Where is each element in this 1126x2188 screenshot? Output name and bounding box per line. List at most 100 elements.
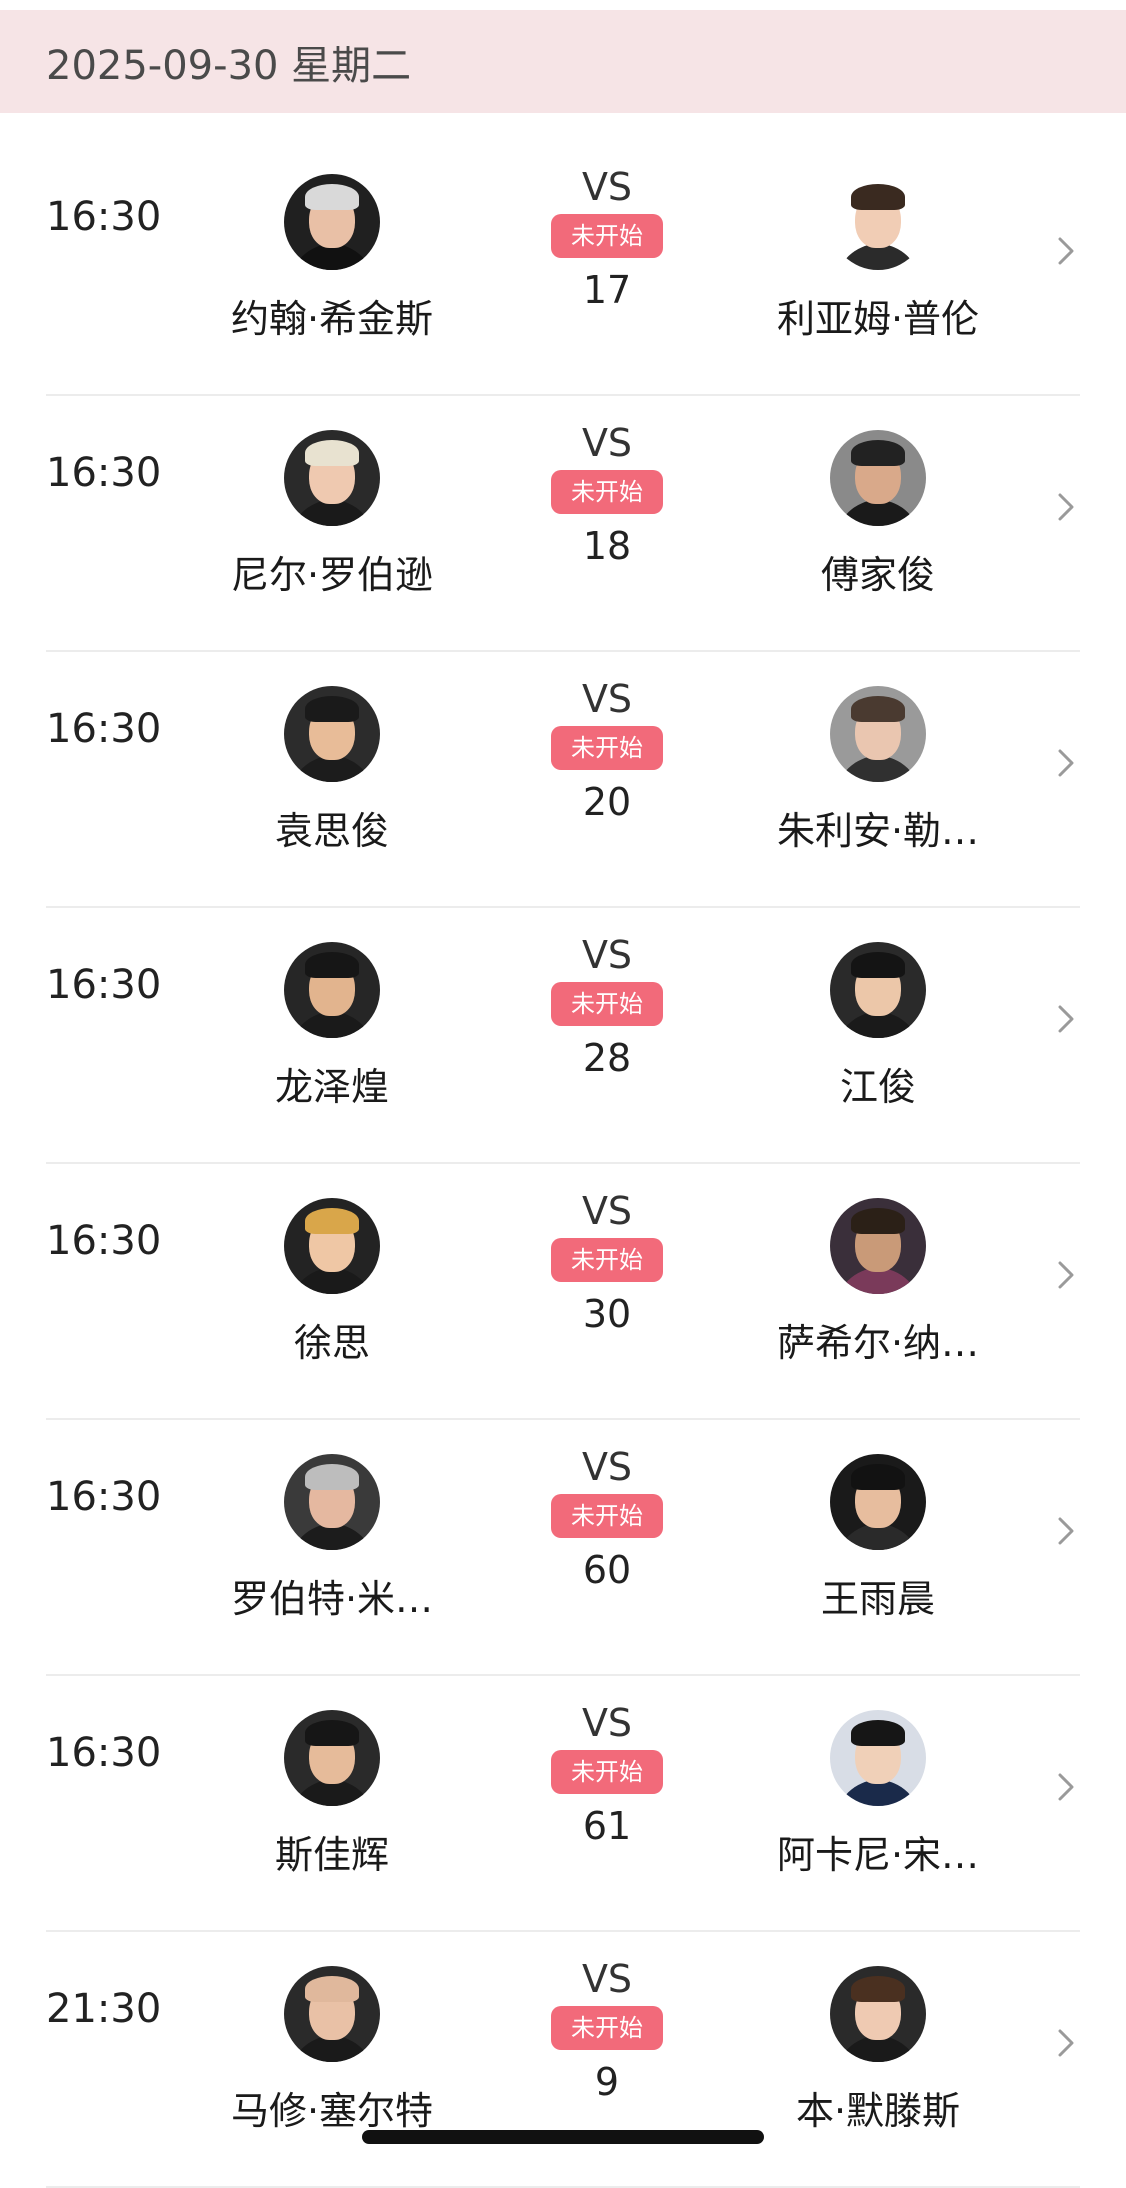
avatar-hair (851, 184, 905, 210)
home-player-avatar (284, 1198, 380, 1294)
away-player-avatar (830, 174, 926, 270)
date-header: 2025-09-30 星期二 (0, 10, 1126, 113)
avatar-hair (851, 1208, 905, 1234)
match-center: VS 未开始 20 (537, 676, 677, 826)
avatar-hair (851, 1464, 905, 1490)
avatar-hair (851, 440, 905, 466)
avatar-hair (305, 952, 359, 978)
match-row[interactable]: 16:30 徐思 VS 未开始 30 萨希尔·纳… (0, 1164, 1126, 1420)
home-player-avatar (284, 686, 380, 782)
home-player-name: 约翰·希金斯 (230, 297, 434, 341)
match-center: VS 未开始 61 (537, 1700, 677, 1850)
vs-label: VS (581, 1957, 633, 2001)
date-label: 2025-09-30 星期二 (46, 42, 412, 89)
match-row[interactable]: 16:30 尼尔·罗伯逊 VS 未开始 18 傅家俊 (0, 396, 1126, 652)
home-player[interactable]: 罗伯特·米… (187, 1454, 477, 1623)
match-center: VS 未开始 28 (537, 932, 677, 1082)
away-player[interactable]: 朱利安·勒… (733, 686, 1023, 855)
match-time: 16:30 (46, 194, 162, 240)
avatar-hair (305, 1208, 359, 1234)
home-indicator[interactable] (362, 2130, 764, 2144)
match-time: 21:30 (46, 1986, 162, 2032)
home-player-name: 袁思俊 (274, 809, 389, 853)
home-player-name: 徐思 (293, 1321, 370, 1365)
home-player-avatar (284, 1966, 380, 2062)
match-center: VS 未开始 30 (537, 1188, 677, 1338)
match-center: VS 未开始 17 (537, 164, 677, 314)
chevron-right-icon[interactable] (1056, 1516, 1076, 1546)
match-time: 16:30 (46, 1218, 162, 1264)
chevron-right-icon[interactable] (1056, 1260, 1076, 1290)
status-badge: 未开始 (551, 982, 663, 1026)
match-row[interactable]: 16:30 罗伯特·米… VS 未开始 60 王雨晨 (0, 1420, 1126, 1676)
status-badge: 未开始 (551, 1238, 663, 1282)
away-player-name: 本·默滕斯 (795, 2089, 961, 2133)
vs-label: VS (581, 421, 633, 465)
away-player[interactable]: 本·默滕斯 (733, 1966, 1023, 2135)
home-player-avatar (284, 430, 380, 526)
status-badge: 未开始 (551, 1750, 663, 1794)
chevron-right-icon[interactable] (1056, 492, 1076, 522)
chevron-right-icon[interactable] (1056, 2028, 1076, 2058)
match-row[interactable]: 16:30 龙泽煌 VS 未开始 28 江俊 (0, 908, 1126, 1164)
vs-label: VS (581, 677, 633, 721)
away-player[interactable]: 阿卡尼·宋… (733, 1710, 1023, 1879)
away-player[interactable]: 江俊 (733, 942, 1023, 1111)
home-player[interactable]: 马修·塞尔特 (187, 1966, 477, 2135)
match-row[interactable]: 16:30 斯佳辉 VS 未开始 61 阿卡尼·宋… (0, 1676, 1126, 1932)
away-player-name: 王雨晨 (820, 1577, 935, 1621)
away-player[interactable]: 傅家俊 (733, 430, 1023, 599)
match-row[interactable]: 16:30 约翰·希金斯 VS 未开始 17 利亚姆·普伦 (0, 140, 1126, 396)
match-time: 16:30 (46, 706, 162, 752)
avatar-hair (851, 1976, 905, 2002)
away-player-avatar (830, 1710, 926, 1806)
away-player-name: 利亚姆·普伦 (776, 297, 980, 341)
status-badge: 未开始 (551, 2006, 663, 2050)
home-player[interactable]: 袁思俊 (187, 686, 477, 855)
home-player-name: 马修·塞尔特 (230, 2089, 434, 2133)
vs-label: VS (581, 1445, 633, 1489)
away-player[interactable]: 萨希尔·纳… (733, 1198, 1023, 1367)
avatar-hair (851, 696, 905, 722)
away-player-avatar (830, 1454, 926, 1550)
chevron-right-icon[interactable] (1056, 748, 1076, 778)
away-player[interactable]: 利亚姆·普伦 (733, 174, 1023, 343)
avatar-hair (305, 1976, 359, 2002)
avatar-hair (305, 1464, 359, 1490)
home-player-name: 龙泽煌 (274, 1065, 389, 1109)
away-player-avatar (830, 1198, 926, 1294)
round-number: 30 (582, 1292, 632, 1336)
avatar-hair (305, 440, 359, 466)
avatar-hair (851, 952, 905, 978)
round-number: 61 (582, 1804, 632, 1848)
avatar-hair (305, 696, 359, 722)
home-player[interactable]: 尼尔·罗伯逊 (187, 430, 477, 599)
away-player-avatar (830, 942, 926, 1038)
home-player[interactable]: 龙泽煌 (187, 942, 477, 1111)
status-badge: 未开始 (551, 1494, 663, 1538)
match-row[interactable]: 21:30 马修·塞尔特 VS 未开始 9 本·默滕斯 (0, 1932, 1126, 2188)
status-badge: 未开始 (551, 470, 663, 514)
home-player-avatar (284, 1454, 380, 1550)
match-time: 16:30 (46, 1730, 162, 1776)
avatar-hair (305, 184, 359, 210)
status-badge: 未开始 (551, 214, 663, 258)
vs-label: VS (581, 165, 633, 209)
chevron-right-icon[interactable] (1056, 236, 1076, 266)
round-number: 28 (582, 1036, 632, 1080)
away-player[interactable]: 王雨晨 (733, 1454, 1023, 1623)
home-player[interactable]: 斯佳辉 (187, 1710, 477, 1879)
home-player-avatar (284, 1710, 380, 1806)
home-player[interactable]: 徐思 (187, 1198, 477, 1367)
chevron-right-icon[interactable] (1056, 1004, 1076, 1034)
avatar-hair (305, 1720, 359, 1746)
home-player[interactable]: 约翰·希金斯 (187, 174, 477, 343)
vs-label: VS (581, 1701, 633, 1745)
home-player-name: 斯佳辉 (274, 1833, 389, 1877)
chevron-right-icon[interactable] (1056, 1772, 1076, 1802)
round-number: 9 (594, 2060, 620, 2104)
match-row[interactable]: 16:30 袁思俊 VS 未开始 20 朱利安·勒… (0, 652, 1126, 908)
round-number: 17 (582, 268, 632, 312)
home-player-avatar (284, 942, 380, 1038)
away-player-name: 萨希尔·纳… (776, 1321, 980, 1365)
